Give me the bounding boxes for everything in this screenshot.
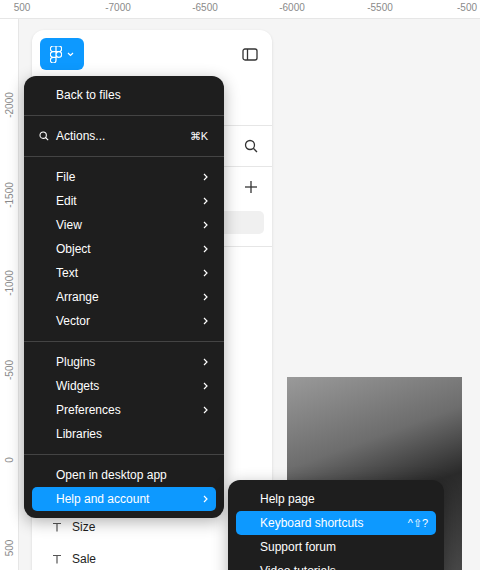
chevron-right-icon (203, 358, 208, 366)
chevron-right-icon (203, 495, 208, 503)
text-layer-icon (52, 522, 62, 532)
menu-item[interactable]: Arrange (32, 285, 216, 309)
menu-item[interactable]: Actions...⌘K (32, 124, 216, 148)
chevron-right-icon (203, 406, 208, 414)
menu-item[interactable]: Back to files (32, 83, 216, 107)
menu-item[interactable]: Widgets (32, 374, 216, 398)
menu-item[interactable]: Video tutorials (236, 559, 436, 570)
left-ruler: -2000 -1500 -1000 -500 0 500 (0, 19, 19, 570)
menu-item[interactable]: File (32, 165, 216, 189)
ruler-label: 0 (4, 457, 15, 463)
chevron-right-icon (203, 197, 208, 205)
top-ruler: 500 -7000 -6500 -6000 -5500 -500 (0, 0, 480, 19)
search-icon[interactable] (244, 139, 258, 153)
ruler-label: -2000 (4, 92, 15, 118)
menu-item[interactable]: Keyboard shortcuts^⇧? (236, 511, 436, 535)
menu-item[interactable]: Object (32, 237, 216, 261)
sidebar-toggle-icon[interactable] (242, 48, 258, 61)
menu-item[interactable]: Edit (32, 189, 216, 213)
menu-separator (24, 115, 224, 116)
text-layer-icon (52, 554, 62, 564)
panel-header (32, 30, 272, 70)
chevron-right-icon (203, 173, 208, 181)
menu-separator (24, 454, 224, 455)
ruler-label: -6500 (192, 2, 218, 13)
menu-item[interactable]: Support forum (236, 535, 436, 559)
menu-item[interactable]: View (32, 213, 216, 237)
menu-item[interactable]: Open in desktop app (32, 463, 216, 487)
menu-separator (24, 341, 224, 342)
ruler-label: 500 (4, 540, 15, 557)
chevron-right-icon (203, 293, 208, 301)
main-menu: Back to files Actions...⌘K FileEditViewObj… (24, 76, 224, 518)
menu-item[interactable]: Help and account (32, 487, 216, 511)
figma-editor: 500 -7000 -6500 -6000 -5500 -500 -2000 -1500 -10… (0, 0, 480, 570)
figma-logo-icon (50, 46, 62, 63)
ruler-label: -500 (457, 2, 477, 13)
plus-icon[interactable] (244, 180, 258, 194)
help-submenu: Help pageKeyboard shortcuts^⇧?Support fo… (228, 480, 444, 570)
menu-item[interactable]: Preferences (32, 398, 216, 422)
main-menu-button[interactable] (40, 38, 84, 70)
search-icon (39, 131, 49, 141)
ruler-label: -1000 (4, 270, 15, 296)
ruler-label: -7000 (105, 2, 131, 13)
chevron-right-icon (203, 269, 208, 277)
ruler-label: -1500 (4, 182, 15, 208)
chevron-right-icon (203, 245, 208, 253)
ruler-label: -5500 (367, 2, 393, 13)
chevron-right-icon (203, 221, 208, 229)
menu-separator (24, 156, 224, 157)
menu-item[interactable]: Libraries (32, 422, 216, 446)
menu-item[interactable]: Plugins (32, 350, 216, 374)
chevron-down-icon (67, 52, 74, 57)
ruler-label: -500 (4, 360, 15, 380)
menu-item[interactable]: Help page (236, 487, 436, 511)
ruler-label: -6000 (279, 2, 305, 13)
chevron-right-icon (203, 382, 208, 390)
menu-item[interactable]: Vector (32, 309, 216, 333)
chevron-right-icon (203, 317, 208, 325)
ruler-label: 500 (14, 2, 31, 13)
menu-item[interactable]: Text (32, 261, 216, 285)
